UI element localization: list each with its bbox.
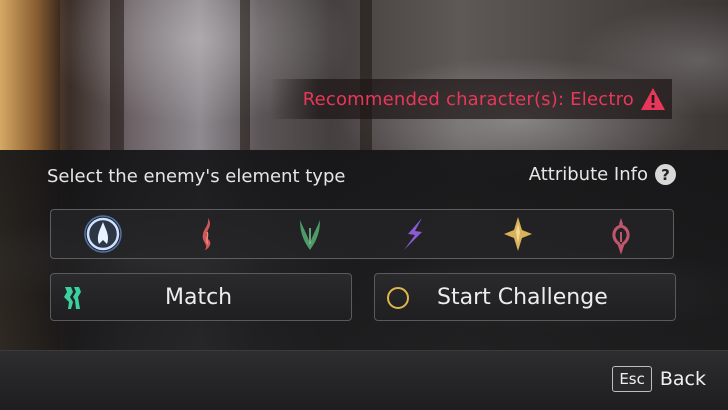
element-option-geo[interactable] [466,210,570,258]
recommendation-text: Recommended character(s): Electro [302,88,634,110]
select-element-prompt: Select the enemy's element type [47,166,346,187]
element-option-hydro[interactable] [51,210,155,258]
circle-button-icon [387,287,409,309]
hydro-icon [84,215,122,253]
help-icon: ? [655,164,676,185]
match-icon [64,287,81,309]
back-button[interactable]: Esc Back [612,366,706,392]
element-option-electro[interactable] [362,210,466,258]
background-beam [110,0,124,150]
element-option-dendro[interactable] [258,210,362,258]
dendro-icon [300,220,321,250]
start-challenge-label: Start Challenge [437,284,608,310]
attribute-info-label: Attribute Info [528,164,648,185]
match-button-label: Match [165,284,233,310]
background-beam [360,0,372,150]
start-challenge-button[interactable]: Start Challenge [374,273,676,321]
background-beam [240,0,250,150]
element-option-cryo[interactable] [569,210,673,258]
attribute-info-button[interactable]: Attribute Info ? [529,164,676,185]
warning-triangle-icon [641,88,665,110]
match-button[interactable]: Match [50,273,352,321]
cryo-icon [612,218,630,254]
element-type-selector [50,209,674,259]
esc-key-hint: Esc [612,366,652,392]
pyro-icon [202,218,210,250]
back-label: Back [659,368,706,390]
geo-icon [503,217,532,251]
recommendation-banner: Recommended character(s): Electro [270,79,672,119]
electro-icon [403,218,422,250]
element-option-pyro[interactable] [155,210,259,258]
